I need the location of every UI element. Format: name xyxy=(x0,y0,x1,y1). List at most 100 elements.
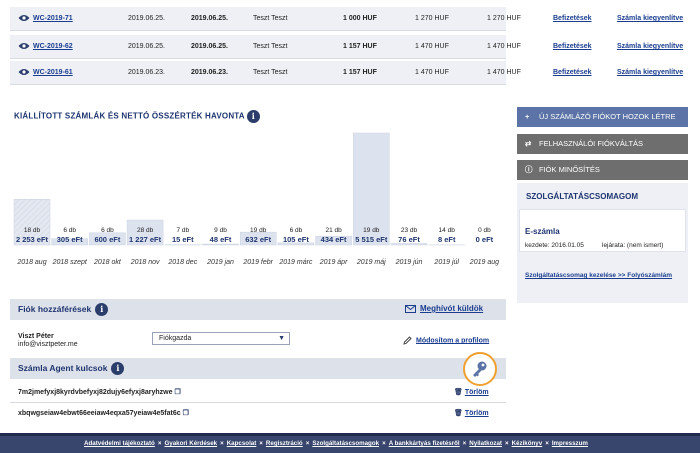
info-icon[interactable]: i xyxy=(246,110,260,123)
customer-name: Teszt Teszt xyxy=(253,69,288,76)
footer-separator: × xyxy=(504,440,509,447)
pencil-icon xyxy=(403,336,412,345)
x-tick-label: 2019 márc xyxy=(278,259,313,266)
agent-key: 7m2jmefyxj8kyrdvbefyxj82dujy6efyxj8aryhz… xyxy=(18,389,181,396)
bar-value-label: 1 227 eFt xyxy=(129,235,162,244)
info-icon[interactable]: i xyxy=(95,303,109,317)
invoice-number[interactable]: WC-2019-61 xyxy=(18,61,73,85)
eye-icon xyxy=(18,43,30,50)
bar-value-label: 76 eFt xyxy=(398,235,420,244)
bar-count-label: 18 db xyxy=(24,227,41,234)
trash-icon: 🗑 xyxy=(454,389,463,396)
payments-link[interactable]: Befizetések xyxy=(553,7,592,31)
service-package-panel: SZOLGÁLTATÁSCSOMAGOM E-számla kezdete: 2… xyxy=(517,183,688,303)
eye-icon xyxy=(18,15,30,22)
footer-link[interactable]: Kézikönyv xyxy=(512,440,543,447)
user-name: Viszt Péter xyxy=(18,333,54,340)
x-tick-label: 2018 szept xyxy=(52,259,88,266)
payments-link[interactable]: Befizetések xyxy=(553,61,592,85)
chart-bar xyxy=(202,243,239,246)
x-tick-label: 2019 febr xyxy=(242,259,273,266)
customer-name: Teszt Teszt xyxy=(253,15,288,22)
gross-amount: 1 470 HUF xyxy=(415,43,449,50)
gross-amount: 1 470 HUF xyxy=(415,69,449,76)
trash-icon: 🗑 xyxy=(454,410,463,417)
footer-separator: × xyxy=(259,440,263,447)
switch-account-button[interactable]: ⇄ FELHASZNÁLÓI FIÓKVÁLTÁS xyxy=(517,134,688,154)
bar-value-label: 15 eFt xyxy=(172,235,194,244)
package-expiry: lejárata: (nem ismert) xyxy=(602,242,664,249)
total-amount: 1 270 HUF xyxy=(487,15,521,22)
payments-link[interactable]: Befizetések xyxy=(553,35,592,59)
x-tick-label: 2019 aug xyxy=(469,259,499,266)
key-button[interactable] xyxy=(463,352,497,386)
footer-link[interactable]: Regisztráció xyxy=(266,440,303,447)
bar-count-label: 6 db xyxy=(63,227,76,234)
divider xyxy=(10,402,506,403)
delete-key-button[interactable]: 🗑 Törlöm xyxy=(454,388,489,396)
due-date: 2019.06.23. xyxy=(191,69,228,76)
invoice-number[interactable]: WC-2019-62 xyxy=(18,35,73,59)
modify-profile-link[interactable]: Módosítom a profilom xyxy=(403,336,489,345)
x-tick-label: 2019 ápr xyxy=(319,259,348,266)
bar-value-label: 2 253 eFt xyxy=(16,235,49,244)
chart-title: KIÁLLÍTOTT SZÁMLÁK ÉS NETTÓ ÖSSZÉRTÉK HA… xyxy=(14,110,260,123)
issue-date: 2019.06.23. xyxy=(128,69,165,76)
invoice-number[interactable]: WC-2019-71 xyxy=(18,7,73,31)
x-tick-label: 2018 nov xyxy=(130,259,160,266)
x-tick-label: 2018 okt xyxy=(93,259,122,266)
invite-link[interactable]: Meghívót küldök xyxy=(405,304,483,313)
bar-count-label: 23 db xyxy=(401,227,418,234)
footer-link[interactable]: Szolgáltatáscsomagok xyxy=(312,440,379,447)
bar-value-label: 8 eFt xyxy=(438,235,456,244)
footer-link[interactable]: Impresszum xyxy=(552,440,588,447)
footer-separator: × xyxy=(545,440,549,447)
plus-icon: + xyxy=(525,112,530,121)
footer-separator: × xyxy=(220,440,224,447)
total-amount: 1 470 HUF xyxy=(487,69,521,76)
bar-value-label: 105 eFt xyxy=(283,235,309,244)
bar-value-label: 600 eFt xyxy=(94,235,120,244)
user-email: info@visztpeter.me xyxy=(18,341,78,348)
invoice-row: WC-2019-71 2019.06.25. 2019.06.25. Teszt Te… xyxy=(10,7,521,31)
footer-link[interactable]: Kapcsolat xyxy=(227,440,257,447)
footer-link[interactable]: Nyilatkozat xyxy=(469,440,502,447)
invoice-settled-link[interactable]: Számla kiegyenlítve xyxy=(617,61,683,85)
footer-link[interactable]: Gyakori Kérdések xyxy=(164,440,217,447)
due-date: 2019.06.25. xyxy=(191,43,228,50)
delete-key-button[interactable]: 🗑 Törlöm xyxy=(454,409,489,417)
swap-arrows-icon: ⇄ xyxy=(525,139,532,148)
footer-link[interactable]: Adatvédelmi tájékoztató xyxy=(84,440,155,447)
copy-icon[interactable]: ❐ xyxy=(183,410,189,417)
bar-value-label: 5 515 eFt xyxy=(355,235,388,244)
info-icon[interactable]: i xyxy=(111,362,125,376)
footer-separator: × xyxy=(157,440,162,447)
info-circle-icon: ⓘ xyxy=(525,165,533,174)
net-amount: 1 000 HUF xyxy=(343,15,377,22)
bar-count-label: 0 db xyxy=(478,227,491,234)
package-manage-link[interactable]: Szolgáltatáscsomag kezelése >> Folyószám… xyxy=(525,271,675,280)
footer-link[interactable]: A bankkártyás fizetésről xyxy=(389,440,460,447)
account-rating-button[interactable]: ⓘ FIÓK MINŐSÍTÉS xyxy=(517,160,688,180)
invoice-settled-link[interactable]: Számla kiegyenlítve xyxy=(617,7,683,31)
bar-value-label: 305 eFt xyxy=(57,235,83,244)
bar-value-label: 0 eFt xyxy=(476,235,494,244)
new-account-button[interactable]: + ÚJ SZÁMLÁZÓ FIÓKOT HOZOK LÉTRE xyxy=(517,107,688,127)
bar-value-label: 48 eFt xyxy=(210,235,232,244)
key-icon xyxy=(473,361,487,377)
bar-count-label: 21 db xyxy=(325,227,342,234)
package-title: SZOLGÁLTATÁSCSOMAGOM xyxy=(526,192,638,201)
bar-count-label: 19 db xyxy=(363,227,380,234)
net-amount: 1 157 HUF xyxy=(343,69,377,76)
role-select[interactable]: Fiókgazda ▼ xyxy=(152,332,290,345)
invoice-settled-link[interactable]: Számla kiegyenlítve xyxy=(617,35,683,59)
bar-count-label: 9 db xyxy=(214,227,227,234)
issue-date: 2019.06.25. xyxy=(128,15,165,22)
bar-count-label: 14 db xyxy=(439,227,456,234)
envelope-icon xyxy=(405,304,416,313)
total-amount: 1 470 HUF xyxy=(487,43,521,50)
bar-count-label: 28 db xyxy=(137,227,154,234)
package-start: kezdete: 2016.01.05 xyxy=(525,242,584,249)
copy-icon[interactable]: ❐ xyxy=(174,389,180,396)
monthly-chart: 18 db2 253 eFt2018 aug6 db305 eFt2018 sz… xyxy=(13,132,499,266)
